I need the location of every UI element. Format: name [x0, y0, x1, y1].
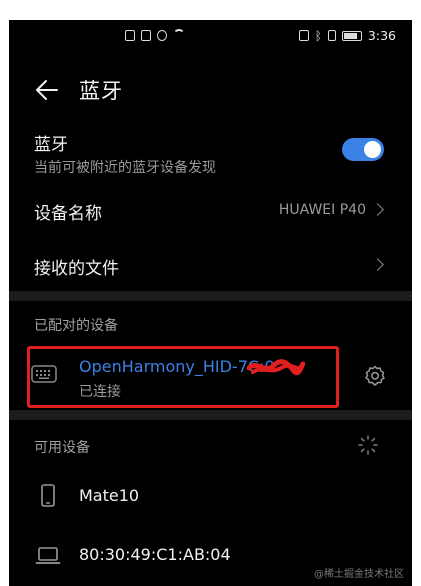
page-header: 蓝牙: [9, 72, 412, 108]
bluetooth-label: 蓝牙: [34, 135, 68, 155]
received-files-label: 接收的文件: [34, 259, 119, 279]
device-name-label: 设备名称: [34, 204, 102, 224]
battery-icon: [341, 30, 362, 41]
available-device-name: Mate10: [79, 486, 140, 505]
section-divider: [9, 410, 412, 420]
received-files-row[interactable]: 接收的文件: [9, 243, 412, 287]
status-bar: ᛒ 3:36: [9, 26, 412, 46]
available-device-row[interactable]: Mate10: [9, 475, 412, 519]
paired-section-title: 已配对的设备: [34, 318, 118, 334]
bluetooth-toggle[interactable]: [342, 138, 384, 161]
chevron-right-icon: [371, 258, 384, 271]
bluetooth-subtitle: 当前可被附近的蓝牙设备发现: [34, 160, 216, 176]
photo-icon: [141, 29, 151, 41]
bluetooth-toggle-row[interactable]: 蓝牙 当前可被附近的蓝牙设备发现: [9, 124, 412, 184]
chevron-right-icon: [371, 203, 384, 216]
available-section-title: 可用设备: [34, 440, 90, 456]
status-left-icons: [125, 29, 185, 41]
bluetooth-icon: ᛒ: [314, 28, 322, 43]
nfc-icon: [298, 30, 309, 41]
redaction-scribble: [247, 359, 305, 376]
gear-icon[interactable]: [363, 364, 387, 388]
vibrate-icon: [327, 30, 336, 41]
watermark: @稀土掘金技术社区: [314, 569, 404, 580]
status-right-icons: ᛒ 3:36: [298, 28, 396, 43]
device-name-row[interactable]: 设备名称 HUAWEI P40: [9, 188, 412, 232]
laptop-icon: [35, 547, 61, 564]
section-divider: [9, 291, 412, 301]
chat-icon: [157, 29, 167, 41]
available-device-name: 80:30:49:C1:AB:04: [79, 545, 231, 564]
wifi-icon: [173, 29, 185, 41]
device-name-value: HUAWEI P40: [278, 202, 366, 218]
page-title: 蓝牙: [79, 79, 123, 103]
toggle-knob: [364, 141, 381, 158]
phone-icon: [41, 484, 55, 507]
loading-spinner-icon: [358, 435, 378, 455]
status-time: 3:36: [367, 28, 396, 43]
notification-icon: [125, 29, 135, 41]
phone-screen: ᛒ 3:36 蓝牙 蓝牙 当前可被附近的蓝牙设备发现 设备名称 HUAWEI P…: [9, 20, 412, 586]
back-arrow-icon[interactable]: [33, 76, 61, 104]
